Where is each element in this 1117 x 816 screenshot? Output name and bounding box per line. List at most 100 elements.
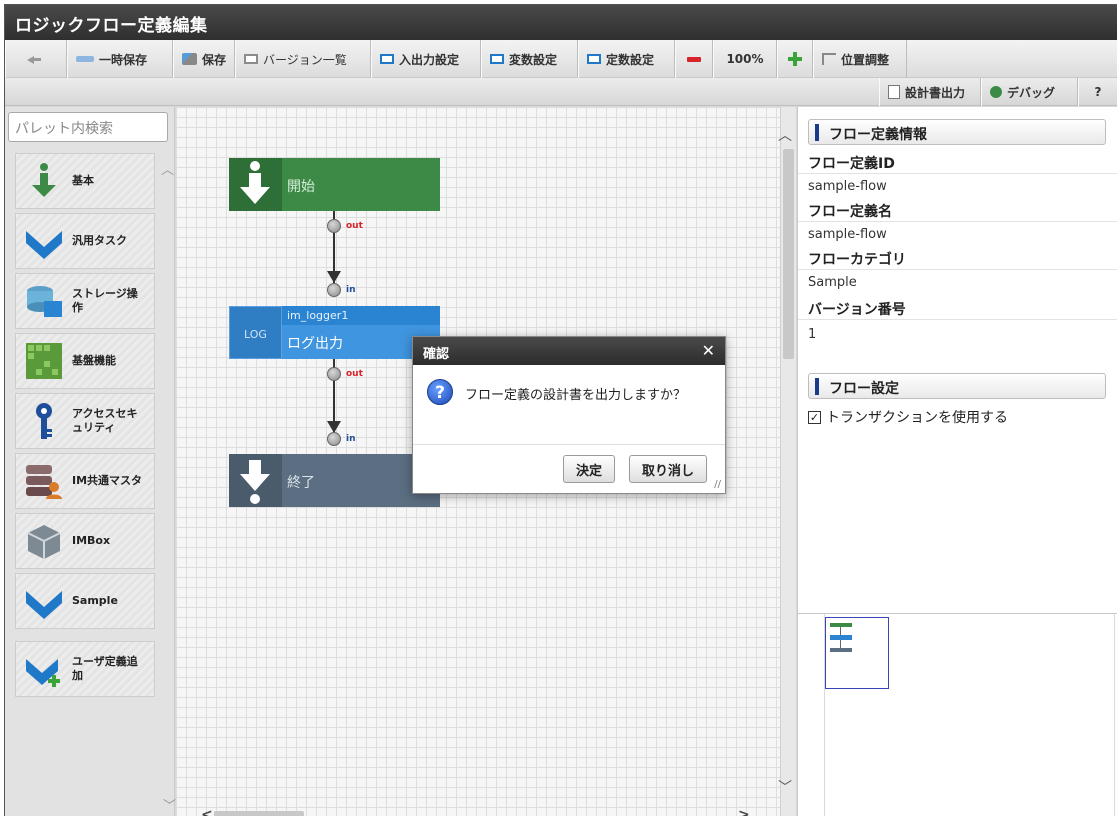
ok-button[interactable]: 決定 (563, 455, 616, 483)
divider (798, 319, 1117, 320)
port-in[interactable] (327, 283, 341, 297)
key-icon (24, 401, 64, 441)
bug-icon (990, 86, 1002, 98)
save-button[interactable]: 保存 (173, 40, 235, 78)
minimap-node-logger (830, 635, 852, 640)
flow-node-start[interactable]: 開始 (229, 158, 440, 211)
port-out[interactable] (327, 219, 341, 233)
divider (798, 221, 1117, 222)
blue-down-arrow-icon (24, 581, 64, 621)
palette-scroll-up-icon[interactable]: ︿ (161, 159, 174, 178)
temp-save-icon (76, 56, 94, 62)
version-number-label: バージョン番号 (808, 302, 906, 318)
zoom-out-button[interactable] (675, 40, 713, 78)
port-in-label: in (346, 285, 356, 295)
version-number-value: 1 (808, 327, 817, 342)
scroll-right-icon[interactable]: > (738, 807, 750, 816)
debug-button[interactable]: デバッグ (981, 78, 1078, 106)
green-down-arrow-icon (24, 161, 64, 201)
palette-item-basic[interactable]: 基本 (15, 153, 155, 209)
canvas-vertical-scrollbar[interactable] (780, 107, 796, 816)
version-list-button[interactable]: バージョン一覧 (235, 40, 371, 78)
end-down-arrow-icon (229, 454, 282, 507)
window-icon (587, 54, 601, 64)
minus-icon (687, 56, 701, 62)
position-adjust-button[interactable]: 位置調整 (813, 40, 907, 78)
palette-item-general-task[interactable]: 汎用タスク (15, 213, 155, 269)
back-arrow-icon (26, 54, 41, 64)
checkbox-checked-icon: ✓ (808, 410, 821, 424)
divider (798, 269, 1117, 270)
document-export-icon (888, 85, 900, 99)
minimap-node-start (830, 623, 852, 627)
zoom-level: 100% (713, 40, 777, 78)
palette-item-platform[interactable]: 基盤機能 (15, 333, 155, 389)
port-out-label: out (346, 369, 363, 379)
back-button[interactable] (5, 40, 67, 78)
palette-search-input[interactable]: パレット内検索 (8, 112, 168, 142)
main-toolbar: 一時保存 保存 バージョン一覧 入出力設定 変数設定 定数設定 100% 位置調… (5, 40, 1117, 78)
save-icon (182, 53, 197, 65)
palette-scroll-down-icon[interactable]: ﹀ (163, 795, 176, 814)
question-icon: ? (427, 379, 453, 405)
flow-id-value: sample-flow (808, 179, 887, 194)
close-icon[interactable]: ✕ (702, 341, 715, 360)
scroll-left-icon[interactable]: < (201, 807, 213, 816)
port-out[interactable] (327, 367, 341, 381)
flow-settings-header[interactable]: フロー設定 (808, 373, 1106, 399)
use-transaction-checkbox[interactable]: ✓ トランザクションを使用する (808, 407, 1008, 427)
help-button[interactable]: ? (1078, 78, 1117, 106)
dialog-title-bar[interactable]: 確認 ✕ (413, 337, 725, 365)
blue-down-arrow-icon (24, 221, 64, 261)
palette-item-access-security[interactable]: アクセスセキュリティ (15, 393, 155, 449)
window-icon (490, 54, 504, 64)
flow-minimap[interactable] (798, 613, 1117, 816)
flow-name-label: フロー定義名 (808, 204, 892, 220)
palette-item-storage[interactable]: ストレージ操作 (15, 273, 155, 329)
node-label: 開始 (287, 179, 315, 195)
dialog-message: フロー定義の設計書を出力しますか？ (465, 388, 687, 403)
palette-item-imbox[interactable]: IMBox (15, 513, 155, 569)
minimap-node-end (830, 648, 852, 652)
io-settings-button[interactable]: 入出力設定 (371, 40, 481, 78)
cancel-button[interactable]: 取り消し (629, 455, 708, 483)
node-title: im_logger1 (287, 309, 349, 322)
palette-item-im-common-master[interactable]: IM共通マスタ (15, 453, 155, 509)
zoom-in-button[interactable] (777, 40, 813, 78)
box-icon (24, 521, 64, 561)
connector-arrowhead (327, 271, 341, 283)
flow-category-value: Sample (808, 275, 857, 290)
database-user-icon (24, 461, 64, 501)
resize-handle-icon[interactable]: // (714, 479, 721, 490)
minimap-viewport[interactable] (825, 617, 889, 689)
temp-save-button[interactable]: 一時保存 (67, 40, 173, 78)
port-in[interactable] (327, 432, 341, 446)
minimap-guide (1114, 614, 1115, 816)
minimap-connector (840, 627, 841, 635)
export-design-doc-button[interactable]: 設計書出力 (879, 78, 981, 106)
flow-id-label: フロー定義ID (808, 156, 895, 172)
constant-settings-button[interactable]: 定数設定 (578, 40, 675, 78)
properties-panel: ︿ ﹀ フロー定義情報 フロー定義ID sample-flow フロー定義名 s… (778, 107, 1117, 816)
flow-node-end[interactable]: 終了 (229, 454, 440, 507)
variable-settings-button[interactable]: 変数設定 (481, 40, 578, 78)
node-label: 終了 (287, 475, 315, 491)
flow-info-header[interactable]: フロー定義情報 (808, 119, 1106, 145)
scrollbar-thumb[interactable] (783, 149, 794, 359)
flow-category-label: フローカテゴリ (808, 252, 906, 268)
plus-icon (788, 52, 802, 66)
secondary-toolbar: 設計書出力 デバッグ ? (5, 78, 1117, 106)
palette-item-sample[interactable]: Sample (15, 573, 155, 629)
panel-scroll-down-icon[interactable]: ﹀ (778, 777, 792, 797)
palette-item-user-defined-add[interactable]: ユーザ定義追加 (15, 641, 155, 697)
version-list-icon (244, 54, 258, 64)
confirm-dialog: 確認 ✕ ? フロー定義の設計書を出力しますか？ 決定 取り消し // (412, 336, 726, 494)
palette-panel: パレット内検索 ︿ ﹀ 基本 汎用タスク ストレージ操作 基盤機能 アクセスセキ… (5, 107, 176, 816)
canvas-horizontal-scrollbar-thumb[interactable] (214, 811, 304, 816)
align-icon (822, 53, 836, 65)
window-icon (380, 54, 394, 64)
flow-node-logger[interactable]: LOG im_logger1 ログ出力 (229, 306, 440, 359)
log-icon: LOG (229, 306, 282, 359)
panel-scroll-up-icon[interactable]: ︿ (778, 125, 792, 145)
divider (798, 173, 1117, 174)
